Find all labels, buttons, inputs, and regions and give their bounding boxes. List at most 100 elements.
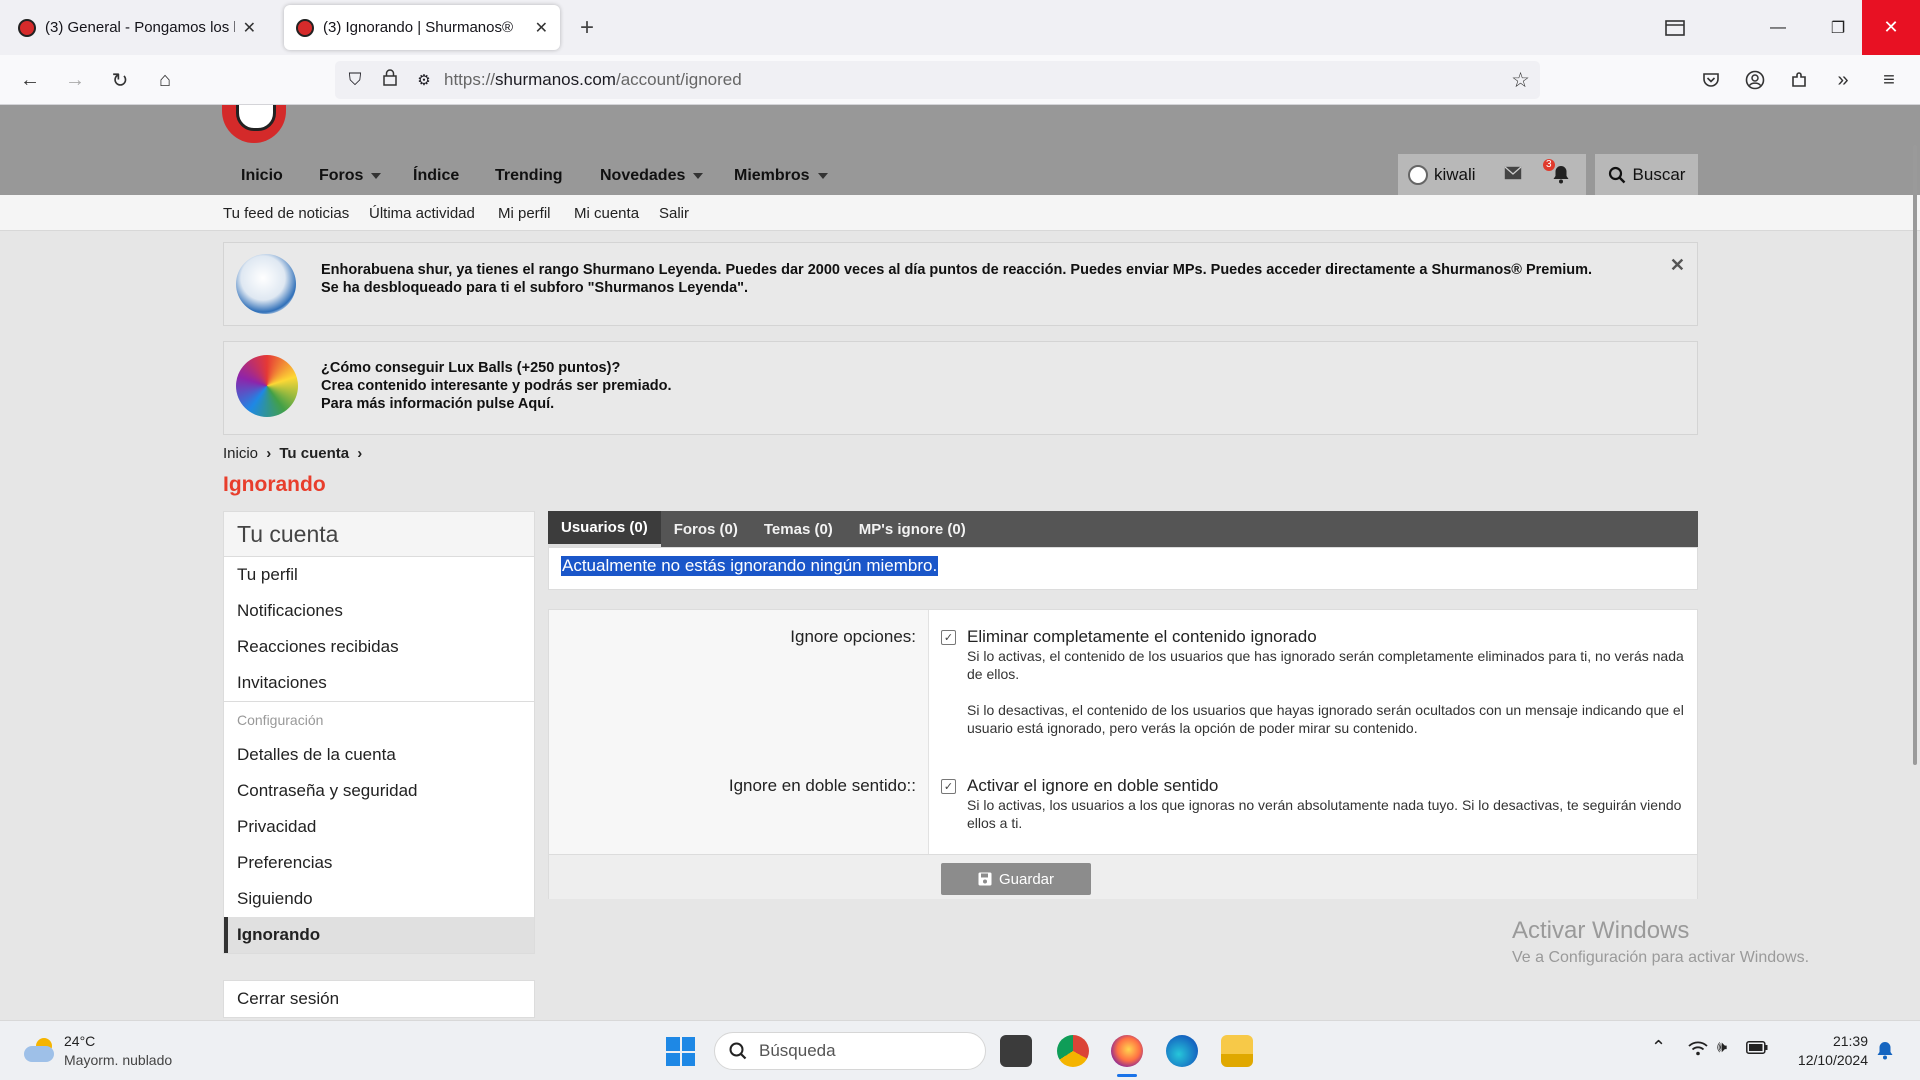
nav-indice[interactable]: Índice xyxy=(413,167,459,185)
tab-panel: Actualmente no estás ignorando ningún mi… xyxy=(548,547,1698,590)
nav-inicio[interactable]: Inicio xyxy=(241,167,283,185)
tab-label: (3) General - Pongamos los hue xyxy=(45,19,235,36)
lux-notice-line3[interactable]: Para más información pulse Aquí. xyxy=(321,395,554,413)
sidebar-item-contrasena[interactable]: Contraseña y seguridad xyxy=(224,773,534,809)
breadcrumb-home[interactable]: Inicio xyxy=(223,445,258,462)
taskbar-search-placeholder: Búsqueda xyxy=(759,1041,836,1060)
start-windows-icon[interactable] xyxy=(666,1037,695,1066)
nav-miembros[interactable]: Miembros xyxy=(734,167,828,185)
overflow-menu-icon[interactable]: » xyxy=(1830,67,1856,93)
search-icon xyxy=(729,1042,747,1060)
subnav-salir[interactable]: Salir xyxy=(659,205,689,222)
bookmark-star-icon[interactable]: ☆ xyxy=(1511,68,1530,93)
save-label: Guardar xyxy=(998,870,1055,888)
sidebar-item-detalles-cuenta[interactable]: Detalles de la cuenta xyxy=(224,737,534,773)
sidebar-header: Tu cuenta xyxy=(224,512,534,557)
speaker-icon[interactable]: 🕪 xyxy=(1717,1039,1727,1057)
label-ignore-doble-sentido: Ignore en doble sentido:: xyxy=(728,776,916,795)
lock-icon[interactable] xyxy=(379,69,401,91)
sidebar-item-reacciones[interactable]: Reacciones recibidas xyxy=(224,629,534,665)
close-notice-icon[interactable]: ✕ xyxy=(1670,255,1685,276)
hamburger-menu-icon[interactable]: ≡ xyxy=(1876,67,1902,93)
save-button[interactable]: Guardar xyxy=(941,863,1091,895)
rank-notice-line2: Se ha desbloqueado para ti el subforo "S… xyxy=(321,280,749,296)
subnav-feed[interactable]: Tu feed de noticias xyxy=(223,205,349,222)
nav-label: Foros xyxy=(319,167,364,184)
clock[interactable]: 21:39 12/10/2024 xyxy=(1772,1032,1868,1070)
subnav-mi-cuenta[interactable]: Mi cuenta xyxy=(574,205,639,222)
user-account-link[interactable]: kiwali xyxy=(1408,164,1476,185)
site-header: Inicio Foros Índice Trending Novedades M… xyxy=(0,105,1920,195)
browser-tab-ignorando[interactable]: (3) Ignorando | Shurmanos® ✕ xyxy=(284,5,560,50)
sidebar-item-invitaciones[interactable]: Invitaciones xyxy=(224,665,534,701)
logout-button[interactable]: Cerrar sesión xyxy=(223,980,535,1018)
breadcrumb: Inicio › Tu cuenta › xyxy=(223,445,362,462)
sidebar-item-preferencias[interactable]: Preferencias xyxy=(224,845,534,881)
option-doble-sentido-title[interactable]: Activar el ignore en doble sentido xyxy=(967,776,1218,796)
forward-icon[interactable]: → xyxy=(62,67,88,93)
pocket-icon[interactable] xyxy=(1698,67,1724,93)
extensions-icon[interactable] xyxy=(1786,67,1812,93)
site-logo[interactable] xyxy=(222,105,286,143)
save-icon xyxy=(978,872,992,886)
chrome-icon[interactable] xyxy=(1057,1035,1089,1067)
browser-tab-general[interactable]: (3) General - Pongamos los hue ✕ xyxy=(6,5,268,50)
file-explorer-icon[interactable] xyxy=(1221,1035,1253,1067)
checkbox-eliminar-contenido[interactable]: ✓ xyxy=(941,630,956,645)
nav-foros[interactable]: Foros xyxy=(319,167,382,185)
bell-icon[interactable] xyxy=(1552,164,1570,189)
restore-window-icon[interactable]: ❐ xyxy=(1808,0,1868,55)
notification-bell-icon[interactable] xyxy=(1876,1040,1894,1065)
watermark-subtitle: Ve a Configuración para activar Windows. xyxy=(1512,949,1810,966)
weather-desc: Mayorm. nublado xyxy=(64,1052,173,1068)
home-icon[interactable]: ⌂ xyxy=(152,67,178,93)
chevron-up-icon[interactable]: ⌃ xyxy=(1651,1037,1666,1058)
new-tab-button[interactable]: + xyxy=(557,0,617,55)
sidebar-item-ignorando[interactable]: Ignorando xyxy=(224,917,534,953)
firefox-icon[interactable] xyxy=(1111,1035,1143,1067)
account-icon[interactable] xyxy=(1742,67,1768,93)
notification-badge: 3 xyxy=(1543,159,1555,171)
option-eliminar-title[interactable]: Eliminar completamente el contenido igno… xyxy=(967,627,1317,647)
back-icon[interactable]: ← xyxy=(17,67,43,93)
taskbar-search-box[interactable]: Búsqueda xyxy=(714,1032,986,1070)
wifi-icon[interactable] xyxy=(1688,1040,1708,1061)
close-window-icon[interactable]: ✕ xyxy=(1862,0,1920,55)
sidebar-item-tu-perfil[interactable]: Tu perfil xyxy=(224,557,534,593)
shield-icon[interactable]: ⛉ xyxy=(344,70,366,90)
label-ignore-opciones: Ignore opciones: xyxy=(790,627,916,646)
edge-icon[interactable] xyxy=(1166,1035,1198,1067)
page-scrollbar[interactable] xyxy=(1913,145,1917,765)
chevron-down-icon xyxy=(817,173,828,179)
username: kiwali xyxy=(1434,164,1476,184)
tab-list-icon[interactable] xyxy=(1645,0,1705,55)
tab-mp-ignore[interactable]: MP's ignore (0) xyxy=(846,511,979,547)
clock-time: 21:39 xyxy=(1832,1033,1868,1049)
close-tab-icon[interactable]: ✕ xyxy=(243,18,256,38)
weather-widget[interactable]: 24°C Mayorm. nublado xyxy=(22,1031,172,1071)
url-text: https://shurmanos.com/account/ignored xyxy=(444,70,742,90)
minimize-window-icon[interactable]: — xyxy=(1748,0,1808,55)
search-button[interactable]: Buscar xyxy=(1595,154,1698,195)
breadcrumb-current[interactable]: Tu cuenta xyxy=(279,445,349,462)
nav-novedades[interactable]: Novedades xyxy=(600,167,704,185)
tab-foros[interactable]: Foros (0) xyxy=(661,511,751,547)
sidebar-item-siguiendo[interactable]: Siguiendo xyxy=(224,881,534,917)
battery-icon[interactable] xyxy=(1746,1041,1768,1059)
sidebar-item-notificaciones[interactable]: Notificaciones xyxy=(224,593,534,629)
envelope-icon[interactable] xyxy=(1504,165,1522,185)
site-favicon-icon xyxy=(296,18,314,37)
tab-usuarios[interactable]: Usuarios (0) xyxy=(548,511,661,547)
permissions-icon[interactable]: ⚙ xyxy=(413,71,435,89)
sidebar-item-privacidad[interactable]: Privacidad xyxy=(224,809,534,845)
nav-label: Trending xyxy=(495,167,563,184)
subnav-ultima-actividad[interactable]: Última actividad xyxy=(369,205,475,222)
close-tab-icon[interactable]: ✕ xyxy=(535,18,548,38)
checkbox-doble-sentido[interactable]: ✓ xyxy=(941,779,956,794)
tab-temas[interactable]: Temas (0) xyxy=(751,511,846,547)
reload-icon[interactable]: ↻ xyxy=(107,67,133,93)
subnav-mi-perfil[interactable]: Mi perfil xyxy=(498,205,551,222)
url-bar[interactable]: ⛉ ⚙ https://shurmanos.com/account/ignore… xyxy=(335,61,1540,99)
task-view-icon[interactable] xyxy=(1000,1035,1032,1067)
nav-trending[interactable]: Trending xyxy=(495,167,563,185)
